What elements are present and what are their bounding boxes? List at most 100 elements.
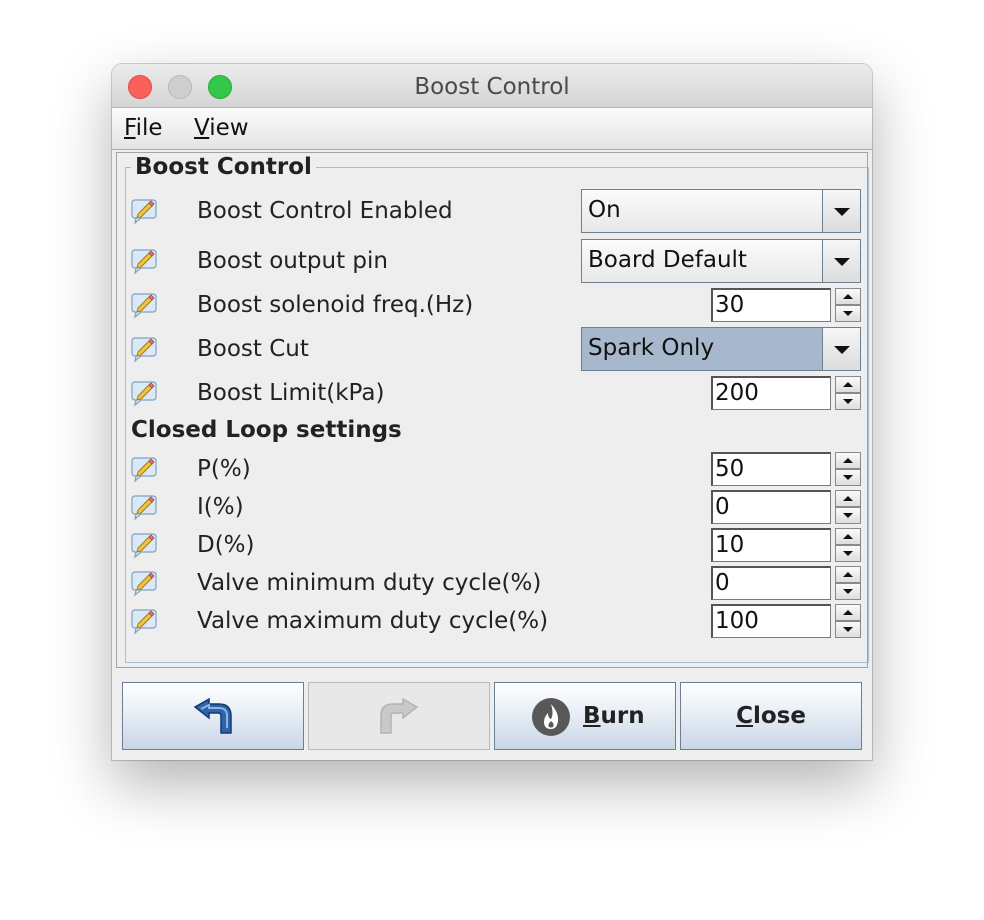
- valve-min-duty-spinner[interactable]: 0: [711, 566, 861, 600]
- edit-icon[interactable]: [129, 335, 159, 363]
- row-label: I(%): [197, 494, 244, 520]
- edit-icon[interactable]: [129, 291, 159, 319]
- spinner-buttons: [835, 288, 861, 322]
- menu-bar: File View: [112, 108, 872, 150]
- burn-mnemonic: B: [583, 703, 601, 729]
- p-spinner[interactable]: 50: [711, 452, 861, 486]
- row-boost-control-enabled: Boost Control Enabled On: [117, 189, 872, 233]
- row-label: D(%): [197, 532, 255, 558]
- spinner-down-button[interactable]: [835, 393, 861, 410]
- row-boost-solenoid-freq: Boost solenoid freq.(Hz) 30: [117, 285, 872, 325]
- burn-label: Burn: [583, 683, 645, 749]
- arrow-down-icon: [843, 513, 853, 518]
- dropdown-button[interactable]: [822, 240, 860, 282]
- burn-button[interactable]: Burn: [494, 682, 676, 750]
- menu-file-label: ile: [135, 115, 163, 141]
- spinner-down-button[interactable]: [835, 583, 861, 600]
- spinner-down-button[interactable]: [835, 507, 861, 524]
- arrow-up-icon: [843, 458, 853, 463]
- edit-icon[interactable]: [129, 607, 159, 635]
- row-label: Boost solenoid freq.(Hz): [197, 292, 474, 318]
- row-label: Boost Limit(kPa): [197, 380, 385, 406]
- boost-solenoid-freq-spinner[interactable]: 30: [711, 288, 861, 322]
- dropdown-button[interactable]: [822, 328, 860, 370]
- undo-button[interactable]: [122, 682, 304, 750]
- row-label: Boost output pin: [197, 248, 388, 274]
- row-valve-max-duty: Valve maximum duty cycle(%) 100: [117, 601, 872, 641]
- close-mnemonic: C: [736, 703, 753, 729]
- edit-icon[interactable]: [129, 493, 159, 521]
- boost-control-enabled-select[interactable]: On: [581, 189, 861, 233]
- spinner-input[interactable]: 10: [711, 528, 831, 562]
- dropdown-button[interactable]: [822, 190, 860, 232]
- closed-loop-title: Closed Loop settings: [131, 417, 402, 443]
- spinner-up-button[interactable]: [835, 376, 861, 393]
- combo-value: Board Default: [588, 247, 747, 273]
- arrow-down-icon: [843, 551, 853, 556]
- row-p: P(%) 50: [117, 449, 872, 489]
- arrow-up-icon: [843, 534, 853, 539]
- arrow-up-icon: [843, 382, 853, 387]
- spinner-down-button[interactable]: [835, 469, 861, 486]
- edit-icon[interactable]: [129, 379, 159, 407]
- chevron-down-icon: [834, 346, 850, 354]
- redo-button[interactable]: [308, 682, 490, 750]
- row-label: Valve minimum duty cycle(%): [197, 570, 542, 596]
- spinner-input[interactable]: 200: [711, 376, 831, 410]
- spinner-up-button[interactable]: [835, 528, 861, 545]
- flame-icon: [532, 698, 570, 736]
- boost-cut-select[interactable]: Spark Only: [581, 327, 861, 371]
- spinner-input[interactable]: 30: [711, 288, 831, 322]
- arrow-up-icon: [843, 496, 853, 501]
- arrow-up-icon: [843, 610, 853, 615]
- redo-arrow-icon: [380, 697, 419, 734]
- close-button[interactable]: Close: [680, 682, 862, 750]
- spinner-up-button[interactable]: [835, 566, 861, 583]
- spinner-buttons: [835, 452, 861, 486]
- edit-icon[interactable]: [129, 247, 159, 275]
- d-spinner[interactable]: 10: [711, 528, 861, 562]
- window-title: Boost Control: [414, 74, 570, 100]
- row-boost-limit: Boost Limit(kPa) 200: [117, 373, 872, 413]
- spinner-input[interactable]: 50: [711, 452, 831, 486]
- spinner-down-button[interactable]: [835, 621, 861, 638]
- arrow-up-icon: [843, 294, 853, 299]
- spinner-input[interactable]: 0: [711, 490, 831, 524]
- menu-view[interactable]: View: [194, 108, 249, 148]
- title-bar[interactable]: Boost Control: [112, 64, 872, 108]
- spinner-down-button[interactable]: [835, 545, 861, 562]
- chevron-down-icon: [834, 258, 850, 266]
- row-label: Boost Cut: [197, 336, 309, 362]
- arrow-down-icon: [843, 311, 853, 316]
- spinner-buttons: [835, 376, 861, 410]
- spinner-up-button[interactable]: [835, 490, 861, 507]
- row-valve-min-duty: Valve minimum duty cycle(%) 0: [117, 563, 872, 603]
- edit-icon[interactable]: [129, 197, 159, 225]
- boost-control-window: Boost Control File View Boost Control Bo…: [112, 64, 872, 760]
- spinner-up-button[interactable]: [835, 604, 861, 621]
- menu-view-mnemonic: V: [194, 115, 210, 141]
- spinner-input[interactable]: 100: [711, 604, 831, 638]
- undo-arrow-icon: [193, 697, 232, 734]
- boost-output-pin-select[interactable]: Board Default: [581, 239, 861, 283]
- spinner-up-button[interactable]: [835, 452, 861, 469]
- arrow-up-icon: [843, 572, 853, 577]
- spinner-up-button[interactable]: [835, 288, 861, 305]
- edit-icon[interactable]: [129, 455, 159, 483]
- button-bar: Burn Close: [112, 668, 872, 760]
- row-boost-cut: Boost Cut Spark Only: [117, 327, 872, 371]
- i-spinner[interactable]: 0: [711, 490, 861, 524]
- spinner-buttons: [835, 528, 861, 562]
- group-title: Boost Control: [131, 153, 316, 181]
- spinner-down-button[interactable]: [835, 305, 861, 322]
- boost-limit-spinner[interactable]: 200: [711, 376, 861, 410]
- edit-icon[interactable]: [129, 569, 159, 597]
- edit-icon[interactable]: [129, 531, 159, 559]
- close-label-rest: lose: [752, 703, 806, 729]
- burn-label-rest: urn: [600, 703, 645, 729]
- menu-file-mnemonic: F: [124, 115, 136, 141]
- spinner-input[interactable]: 0: [711, 566, 831, 600]
- row-label: P(%): [197, 456, 251, 482]
- menu-file[interactable]: File: [124, 108, 163, 148]
- valve-max-duty-spinner[interactable]: 100: [711, 604, 861, 638]
